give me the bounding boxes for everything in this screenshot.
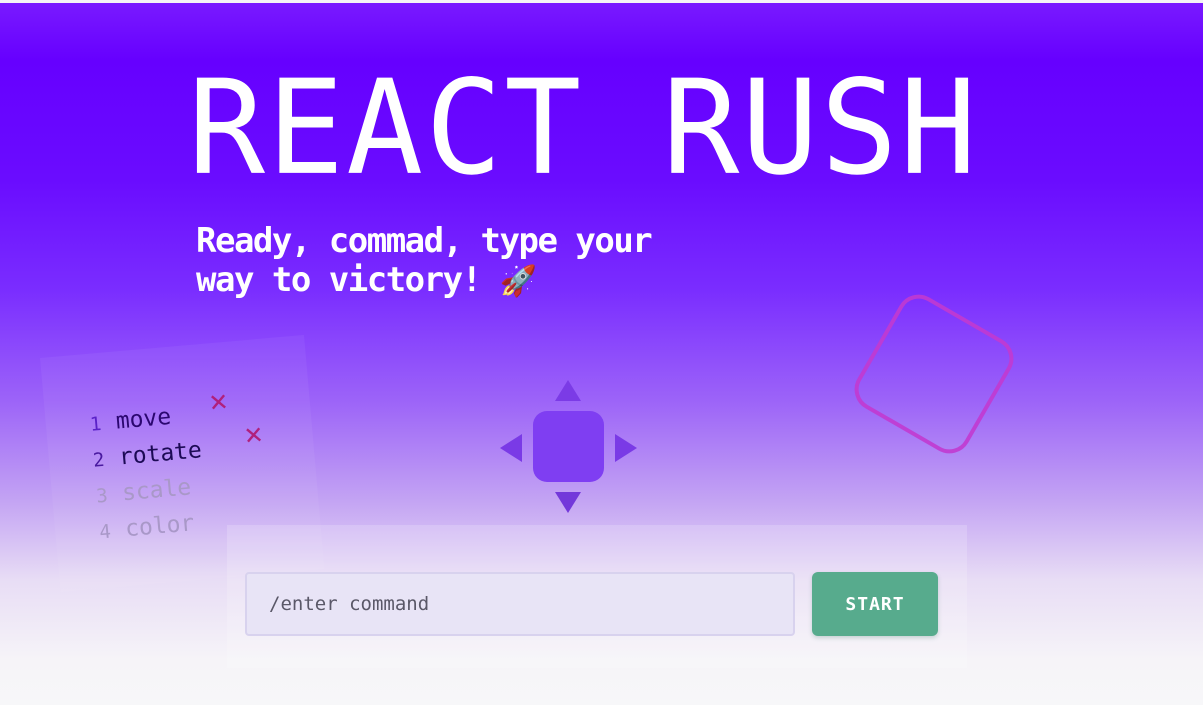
arrow-right-icon	[615, 434, 637, 462]
arrow-down-icon	[555, 492, 581, 513]
top-strip	[0, 0, 1203, 3]
x-mark-icon: ✕	[207, 387, 230, 418]
command-list: 1 move ✕ 2 rotate ✕ 3 scale 4 color	[88, 388, 265, 549]
command-number: 4	[98, 520, 112, 544]
command-label: scale	[120, 474, 193, 507]
decorative-square-outline	[846, 286, 1022, 462]
command-label: rotate	[117, 437, 203, 471]
x-mark-icon: ✕	[242, 420, 265, 451]
player-square	[533, 411, 604, 482]
command-number: 3	[95, 484, 109, 508]
start-button[interactable]: START	[812, 572, 938, 636]
rocket-icon: 🚀	[499, 264, 537, 299]
command-number: 2	[92, 448, 106, 472]
arrow-left-icon	[500, 434, 522, 462]
game-tagline: Ready, commad, type your way to victory!…	[196, 222, 756, 301]
command-input[interactable]	[245, 572, 795, 636]
command-label: color	[124, 510, 196, 543]
arrow-up-icon	[555, 380, 581, 401]
tagline-line-1: Ready, commad, type your	[196, 221, 653, 261]
command-label: move	[114, 403, 173, 435]
command-number: 1	[89, 412, 103, 436]
game-title: REACT RUSH	[188, 52, 979, 205]
tagline-line-2: way to victory!	[196, 260, 482, 300]
